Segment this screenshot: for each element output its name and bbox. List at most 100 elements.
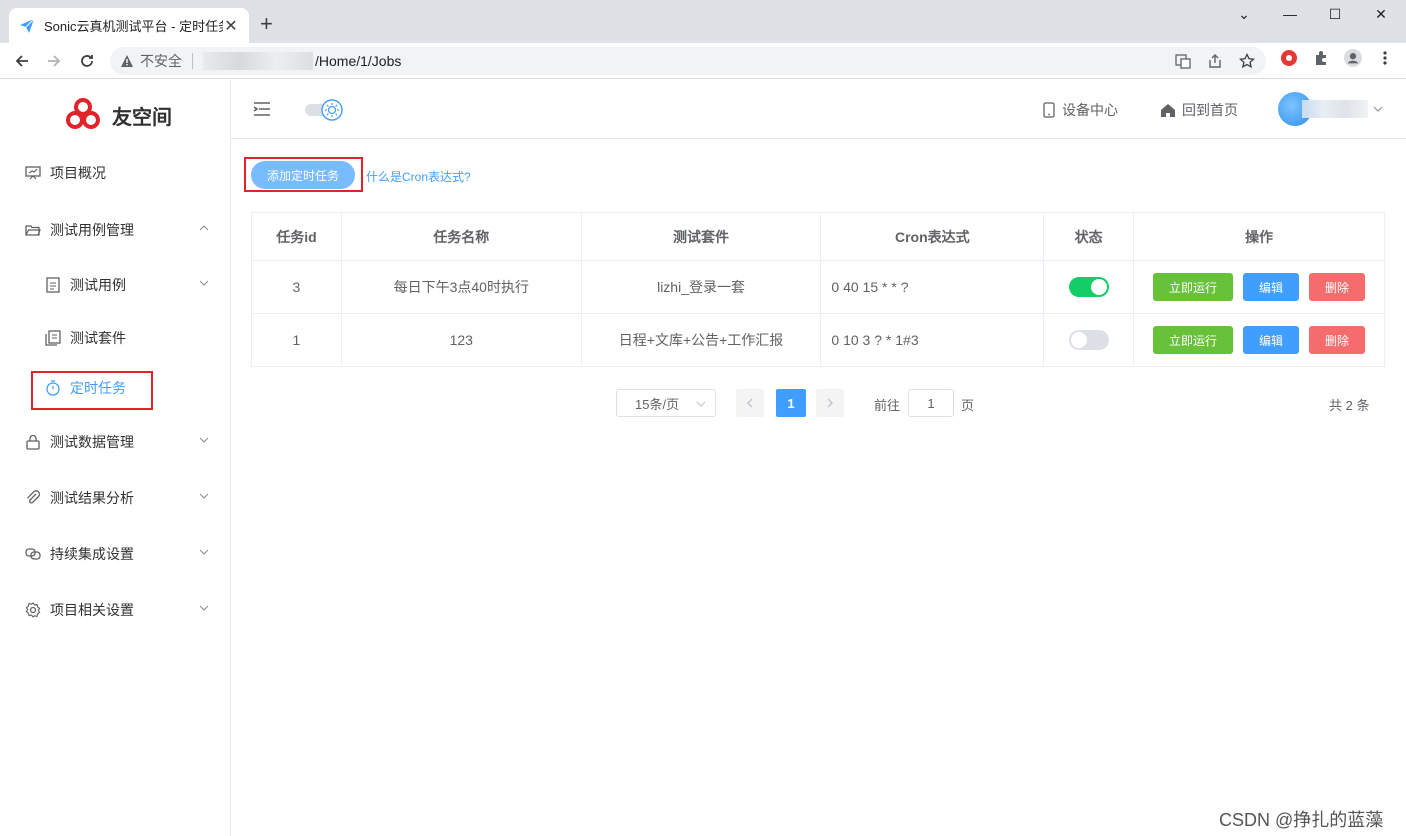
job-cron: 0 10 3 ? * 1#3 <box>820 313 1045 367</box>
status-switch[interactable] <box>1068 330 1109 350</box>
sidebar-item-label: 测试套件 <box>70 330 126 346</box>
chevron-down-icon <box>199 493 209 499</box>
job-id: 1 <box>251 313 342 367</box>
delete-button[interactable]: 删除 <box>1309 273 1366 301</box>
menu-collapse-icon[interactable] <box>253 101 271 122</box>
job-status-cell <box>1043 260 1135 314</box>
more-icon[interactable] <box>1376 49 1394 67</box>
theme-toggle[interactable] <box>305 99 343 121</box>
device-center-label: 设备中心 <box>1062 102 1118 118</box>
prev-page-button[interactable] <box>736 389 764 417</box>
column-header: 任务名称 <box>340 212 582 261</box>
job-name: 123 <box>340 313 582 367</box>
sidebar-item-settings[interactable]: 项目相关设置 <box>0 590 230 630</box>
window-close-button[interactable]: ✕ <box>1366 6 1396 23</box>
lock-icon <box>24 433 42 451</box>
tab-title: Sonic云真机测试平台 - 定时任务 <box>44 19 223 34</box>
sidebar-item-testdata[interactable]: 测试数据管理 <box>0 422 230 462</box>
chevron-down-icon <box>199 605 209 611</box>
delete-button[interactable]: 删除 <box>1309 326 1366 354</box>
logo-text: 友空间 <box>112 106 172 129</box>
sidebar-item-testcases[interactable]: 测试用例 <box>0 265 230 305</box>
back-home-label: 回到首页 <box>1182 102 1238 118</box>
sidebar-item-suites[interactable]: 测试套件 <box>0 318 230 358</box>
browser-titlebar: Sonic云真机测试平台 - 定时任务 ✕ + ⌄ — ☐ ✕ <box>0 0 1406 43</box>
cron-help-link[interactable]: 什么是Cron表达式? <box>366 168 471 185</box>
extension-icons <box>1280 49 1394 67</box>
logo[interactable]: 友空间 <box>64 96 172 134</box>
chevron-down-icon[interactable]: ⌄ <box>1229 6 1259 23</box>
sidebar-item-label: 项目概况 <box>50 165 106 181</box>
sidebar-item-results[interactable]: 测试结果分析 <box>0 478 230 518</box>
column-header: 操作 <box>1133 212 1385 261</box>
star-icon[interactable] <box>1238 52 1256 70</box>
chevron-down-icon <box>199 280 209 286</box>
job-actions: 立即运行 编辑 删除 <box>1133 313 1385 367</box>
link-icon <box>24 545 42 563</box>
gear-icon <box>24 601 42 619</box>
column-header: 测试套件 <box>580 212 822 261</box>
user-menu[interactable] <box>1278 92 1384 126</box>
share-icon[interactable] <box>1206 52 1224 70</box>
extension-red-icon[interactable] <box>1280 49 1298 67</box>
run-now-button[interactable]: 立即运行 <box>1153 273 1234 301</box>
edit-button[interactable]: 编辑 <box>1243 326 1300 354</box>
sun-icon <box>321 99 343 121</box>
home-icon <box>1161 104 1175 117</box>
column-header: 任务id <box>251 212 342 261</box>
reload-icon[interactable] <box>75 49 99 73</box>
chevron-left-icon <box>747 398 753 408</box>
browser-toolbar: 不安全 /Home/1/Jobs <box>0 43 1406 79</box>
forward-icon[interactable] <box>42 49 66 73</box>
watermark: CSDN @挣扎的蓝藻 <box>1219 810 1384 830</box>
sidebar-item-label: 项目相关设置 <box>50 602 134 618</box>
blurred-host <box>203 52 313 70</box>
presentation-icon <box>24 164 42 182</box>
new-tab-button[interactable]: + <box>260 13 273 35</box>
edit-button[interactable]: 编辑 <box>1243 273 1300 301</box>
page-size-value: 15条/页 <box>635 396 680 412</box>
job-name: 每日下午3点40时执行 <box>340 260 582 314</box>
total-count: 共 2 条 <box>1329 398 1370 413</box>
back-icon[interactable] <box>10 49 34 73</box>
translate-icon[interactable] <box>1174 52 1192 70</box>
status-switch[interactable] <box>1068 277 1109 297</box>
goto-label: 前往 <box>874 398 901 413</box>
blurred-username <box>1302 100 1368 118</box>
job-actions: 立即运行 编辑 删除 <box>1133 260 1385 314</box>
puzzle-icon[interactable] <box>1312 49 1330 67</box>
close-icon[interactable]: ✕ <box>223 16 239 36</box>
page-size-select[interactable]: 15条/页 <box>616 389 716 417</box>
job-status-cell <box>1043 313 1135 367</box>
mobile-icon <box>1043 102 1055 118</box>
documents-icon <box>44 329 62 347</box>
table-row: 1 123 日程+文库+公告+工作汇报 0 10 3 ? * 1#3 立即运行编… <box>251 313 1385 367</box>
jobs-table: 任务id 任务名称 测试套件 Cron表达式 状态 操作 3 每日下午3点40时… <box>251 212 1385 367</box>
sidebar-item-label: 测试用例 <box>70 277 126 293</box>
browser-tab[interactable]: Sonic云真机测试平台 - 定时任务 ✕ <box>9 8 249 43</box>
app-header: 设备中心 回到首页 <box>231 80 1406 139</box>
sidebar-item-ci[interactable]: 持续集成设置 <box>0 534 230 574</box>
profile-icon[interactable] <box>1344 49 1362 67</box>
divider <box>192 53 193 69</box>
page-number-button[interactable]: 1 <box>776 389 806 417</box>
job-id: 3 <box>251 260 342 314</box>
sidebar-item-overview[interactable]: 项目概况 <box>0 153 230 193</box>
run-now-button[interactable]: 立即运行 <box>1153 326 1234 354</box>
column-header: 状态 <box>1043 212 1135 261</box>
sidebar-item-label: 测试数据管理 <box>50 434 134 450</box>
chevron-right-icon <box>827 398 833 408</box>
device-center-link[interactable]: 设备中心 <box>1042 100 1118 120</box>
paper-plane-icon <box>20 18 35 33</box>
next-page-button[interactable] <box>816 389 844 417</box>
warning-icon <box>121 55 133 67</box>
sidebar-item-testcase-management[interactable]: 测试用例管理 <box>0 210 230 250</box>
goto-page-input[interactable] <box>908 389 954 417</box>
maximize-button[interactable]: ☐ <box>1320 6 1350 23</box>
back-home-link[interactable]: 回到首页 <box>1160 100 1238 120</box>
minimize-button[interactable]: — <box>1275 6 1305 22</box>
folder-open-icon <box>24 221 42 239</box>
address-bar[interactable]: 不安全 /Home/1/Jobs <box>110 47 1266 75</box>
page-unit-label: 页 <box>961 398 975 413</box>
chevron-down-icon <box>199 549 209 555</box>
